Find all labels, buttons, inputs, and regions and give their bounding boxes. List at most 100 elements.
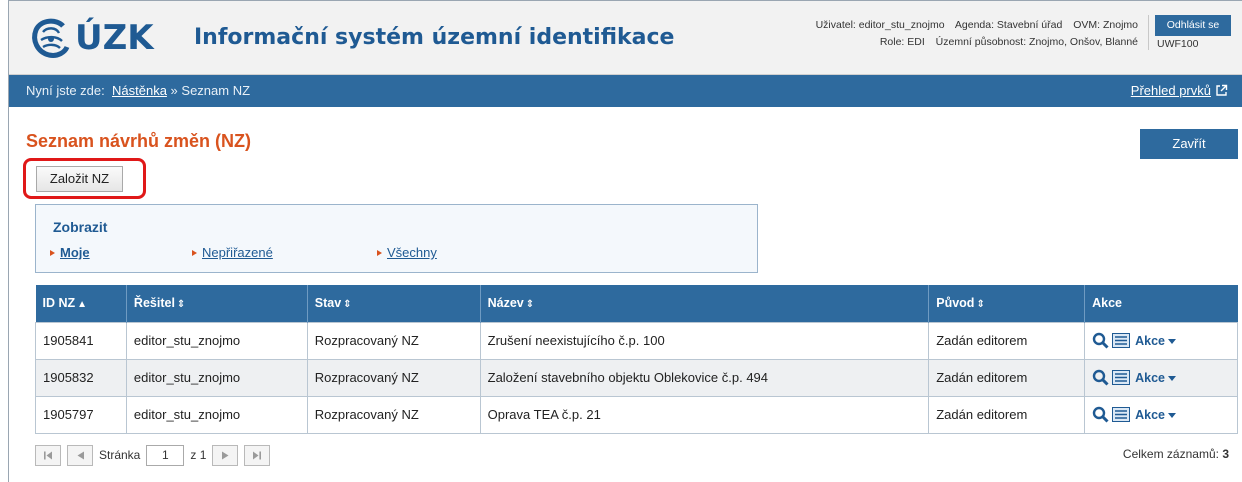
cuzk-emblem-icon [32,18,70,58]
user-ovm: OVM: Znojmo [1073,19,1138,31]
cell-id: 1905797 [35,395,127,434]
total-records-label: Celkem záznamů: [1122,447,1219,461]
caret-down-icon [1167,338,1176,344]
breadcrumb-bar: Nyní jste zde: Nástěnka » Seznam NZ Přeh… [9,75,1242,107]
cell-nazev: Založení stavebního objektu Oblekovice č… [479,358,930,397]
caret-down-icon [1167,375,1176,381]
cell-resitel: editor_stu_znojmo [125,321,308,360]
filter-option-all-label[interactable]: Všechny [387,245,437,260]
table-header-row: ID NZ ▲ Řešitel ⇕ Stav ⇕ Název ⇕ Původ ⇕ Akce [35,285,1238,322]
overview-link[interactable]: Přehled prvků [1131,83,1228,98]
pager: Stránka 1 z 1 [35,444,276,466]
caret-down-icon [1167,412,1176,418]
table-row[interactable]: 1905832 editor_stu_znojmo Rozpracovaný N… [35,358,1238,397]
cell-akce: Akce [1084,358,1238,397]
detail-list-icon[interactable] [1112,407,1131,422]
app-header: ÚZK Informační systém územní identifikac… [9,1,1242,75]
cell-stav: Rozpracovaný NZ [306,321,481,360]
user-name: Uživatel: editor_stu_znojmo [815,19,945,31]
first-page-button[interactable] [35,444,61,466]
filter-option-unassigned[interactable]: Nepřiřazené [192,245,273,260]
search-icon[interactable] [1092,369,1109,386]
column-header-nazev[interactable]: Název ⇕ [480,285,930,322]
actions-dropdown[interactable]: Akce [1135,371,1176,385]
actions-dropdown[interactable]: Akce [1135,334,1176,348]
cell-id: 1905832 [35,358,127,397]
breadcrumb-link-dashboard[interactable]: Nástěnka [112,83,167,98]
search-icon[interactable] [1092,406,1109,423]
create-nz-button[interactable]: Založit NZ [36,166,123,192]
column-header-puvod[interactable]: Původ ⇕ [928,285,1086,322]
last-page-button[interactable] [244,444,271,466]
column-header-stav[interactable]: Stav ⇕ [307,285,481,322]
sort-icon: ⇕ [176,299,186,311]
nz-table: ID NZ ▲ Řešitel ⇕ Stav ⇕ Název ⇕ Původ ⇕ Akce… [35,285,1238,434]
cell-resitel: editor_stu_znojmo [125,395,308,434]
table-row[interactable]: 1905797 editor_stu_znojmo Rozpracovaný N… [35,395,1238,434]
filter-option-mine[interactable]: Moje [50,245,90,260]
cell-nazev: Oprava TEA č.p. 21 [479,395,930,434]
prev-page-button[interactable] [67,444,93,466]
cell-puvod: Zadán editorem [928,321,1086,360]
logout-button[interactable]: Odhlásit se [1155,15,1231,36]
filter-panel: Zobrazit Moje Nepřiřazené Všechny [35,204,758,273]
cuzk-logo: ÚZK [29,15,154,61]
arrow-right-icon [50,249,55,256]
sort-icon: ⇕ [343,299,352,311]
breadcrumb-prefix: Nyní jste zde: [26,83,105,98]
detail-list-icon[interactable] [1112,333,1131,348]
cell-puvod: Zadán editorem [928,358,1086,397]
column-header-nazev-label: Název [487,296,524,311]
next-page-button[interactable] [212,444,239,466]
user-role: Role: EDI [879,36,925,48]
table-row[interactable]: 1905841 editor_stu_znojmo Rozpracovaný N… [35,321,1238,360]
sort-icon: ⇕ [976,299,985,311]
breadcrumb-current: Seznam NZ [181,83,251,98]
actions-dropdown-label: Akce [1135,370,1165,385]
detail-list-icon[interactable] [1112,370,1131,385]
arrow-right-icon [377,249,382,256]
cell-id: 1905841 [35,321,127,360]
page-number-input[interactable]: 1 [146,444,185,466]
column-header-stav-label: Stav [314,296,342,311]
filter-title: Zobrazit [53,219,108,235]
first-page-icon [44,451,52,459]
page-label: Stránka [99,448,141,462]
cell-puvod: Zadán editorem [928,395,1086,434]
app-frame: ÚZK Informační systém územní identifikac… [8,0,1242,482]
column-header-puvod-label: Původ [936,296,975,311]
actions-dropdown-label: Akce [1135,333,1165,348]
sort-icon: ⇕ [525,299,535,311]
total-records: Celkem záznamů: 3 [1123,447,1229,461]
search-icon[interactable] [1092,332,1109,349]
cell-stav: Rozpracovaný NZ [306,395,481,434]
column-header-id[interactable]: ID NZ ▲ [35,285,127,322]
logo-text: ÚZK [75,18,154,58]
header-actions: Odhlásit se UWF100 [1148,15,1234,50]
user-agenda: Agenda: Stavební úřad [954,19,1063,31]
filter-option-all[interactable]: Všechny [377,245,437,260]
filter-option-mine-label[interactable]: Moje [60,245,90,260]
cell-nazev: Zrušení neexistujícího č.p. 100 [479,321,930,360]
actions-dropdown-label: Akce [1135,407,1165,422]
next-page-icon [221,451,229,459]
cell-resitel: editor_stu_znojmo [125,358,308,397]
page-title: Seznam návrhů změn (NZ) [26,131,252,151]
external-link-icon [1216,84,1228,96]
prev-page-icon [77,451,84,459]
system-code: UWF100 [1157,38,1199,50]
close-button[interactable]: Zavřít [1140,129,1238,159]
page-of-label: z 1 [190,448,207,462]
actions-dropdown[interactable]: Akce [1135,408,1176,422]
cell-stav: Rozpracovaný NZ [306,358,481,397]
column-header-resitel[interactable]: Řešitel ⇕ [126,285,308,322]
column-header-id-label: ID NZ [42,296,76,311]
last-page-icon [253,451,262,459]
column-header-akce: Akce [1084,285,1238,322]
column-header-resitel-label: Řešitel [133,296,175,311]
overview-link-label: Přehled prvků [1130,83,1211,98]
filter-option-unassigned-label[interactable]: Nepřiřazené [202,245,273,260]
cell-akce: Akce [1084,321,1238,360]
sort-asc-icon: ▲ [77,299,88,311]
app-title: Informační systém územní identifikace [194,25,675,50]
